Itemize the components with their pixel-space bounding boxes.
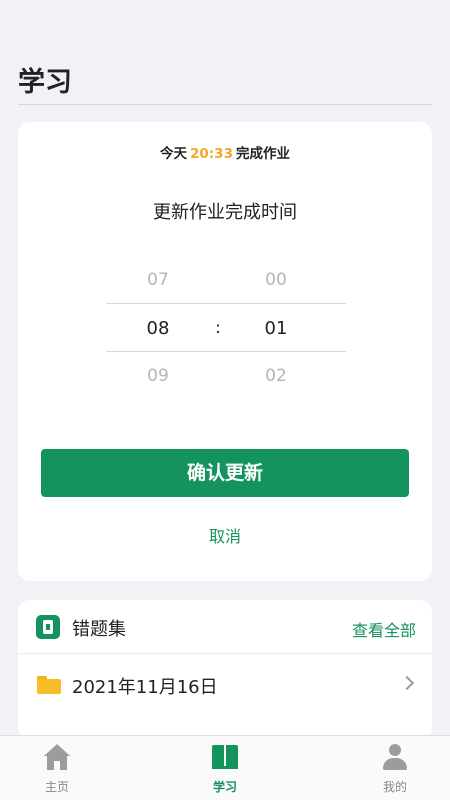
mistakes-card: 错题集 查看全部 2021年11月16日 — [18, 600, 432, 740]
tab-mine[interactable]: 我的 — [350, 736, 440, 800]
completion-status: 今天 20:33 完成作业 — [18, 142, 432, 162]
update-time-card: 今天 20:33 完成作业 更新作业完成时间 07 08 09 : 00 01 02… — [18, 122, 432, 581]
confirm-update-button[interactable]: 确认更新 — [41, 449, 409, 497]
tab-label: 主页 — [44, 780, 69, 794]
user-icon — [383, 744, 407, 770]
status-prefix: 今天 — [160, 146, 187, 162]
mistakes-header: 错题集 查看全部 — [18, 600, 432, 654]
picker-selection-line-top — [106, 303, 346, 304]
chevron-right-icon — [399, 675, 415, 691]
home-icon — [43, 744, 71, 770]
hour-option[interactable]: 09 — [128, 366, 188, 386]
book-icon — [212, 745, 238, 769]
dialog-title: 更新作业完成时间 — [153, 202, 297, 223]
minute-option[interactable]: 00 — [246, 270, 306, 290]
hour-option[interactable]: 07 — [128, 270, 188, 290]
picker-selection-line-bottom — [106, 351, 346, 352]
tab-home[interactable]: 主页 — [12, 736, 102, 800]
time-picker[interactable]: 07 08 09 : 00 01 02 — [106, 254, 346, 394]
tab-label: 我的 — [382, 780, 407, 794]
bottom-tab-bar: 主页 学习 我的 — [0, 735, 450, 800]
tab-label: 学习 — [212, 780, 237, 794]
mistakes-title: 错题集 — [72, 619, 126, 640]
minute-option[interactable]: 02 — [246, 366, 306, 386]
view-all-link[interactable]: 查看全部 — [352, 617, 416, 641]
list-item-date: 2021年11月16日 — [72, 677, 218, 698]
cancel-button[interactable]: 取消 — [18, 523, 432, 547]
title-divider — [18, 104, 432, 105]
time-separator: : — [215, 318, 221, 338]
page-title: 学习 — [18, 67, 72, 98]
status-suffix: 完成作业 — [235, 146, 290, 162]
status-time: 20:33 — [190, 146, 233, 162]
minute-selected[interactable]: 01 — [246, 318, 306, 339]
tab-study[interactable]: 学习 — [180, 736, 270, 800]
folder-icon — [37, 676, 61, 694]
notebook-icon — [36, 615, 60, 639]
list-item[interactable]: 2021年11月16日 — [18, 655, 432, 713]
hour-selected[interactable]: 08 — [128, 318, 188, 339]
